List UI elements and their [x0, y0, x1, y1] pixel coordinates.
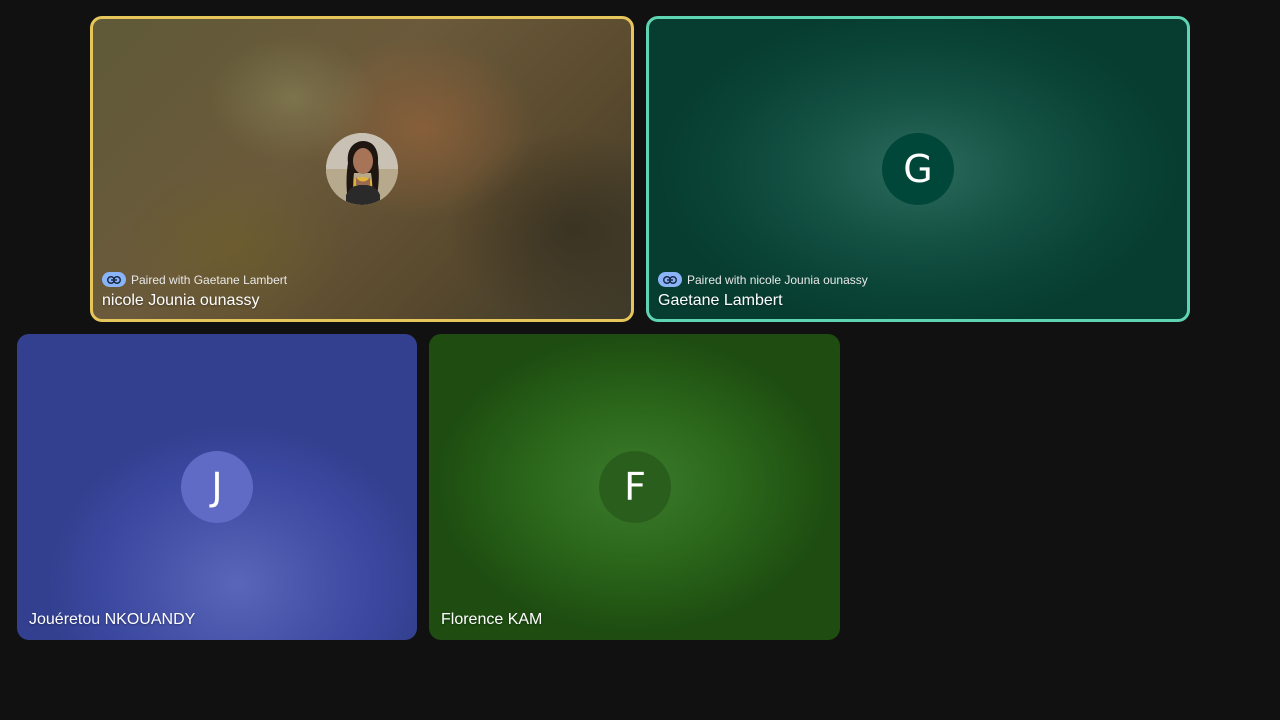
paired-text: Paired with Gaetane Lambert — [131, 272, 288, 287]
participant-tile-gaetane[interactable]: G Paired with nicole Jounia ounassy Gaet… — [646, 16, 1190, 322]
participant-name: Jouéretou NKOUANDY — [29, 611, 196, 628]
link-icon — [102, 272, 126, 287]
paired-indicator: Paired with Gaetane Lambert — [102, 272, 287, 287]
participant-tile-joueretou[interactable]: J Jouéretou NKOUANDY — [17, 334, 417, 640]
paired-text: Paired with nicole Jounia ounassy — [687, 272, 868, 287]
meeting-grid: Paired with Gaetane Lambert nicole Jouni… — [0, 0, 1280, 720]
paired-indicator: Paired with nicole Jounia ounassy — [658, 272, 868, 287]
participant-avatar-letter: F — [599, 451, 671, 523]
participant-tile-florence[interactable]: F Florence KAM — [429, 334, 840, 640]
profile-photo-icon — [326, 133, 398, 205]
participant-avatar-letter: G — [882, 133, 954, 205]
participant-avatar-letter: J — [181, 451, 253, 523]
participant-name: Florence KAM — [441, 611, 543, 628]
participant-name: nicole Jounia ounassy — [102, 292, 260, 309]
link-icon — [658, 272, 682, 287]
participant-name: Gaetane Lambert — [658, 292, 783, 309]
participant-avatar-photo — [326, 133, 398, 205]
participant-tile-nicole[interactable]: Paired with Gaetane Lambert nicole Jouni… — [90, 16, 634, 322]
